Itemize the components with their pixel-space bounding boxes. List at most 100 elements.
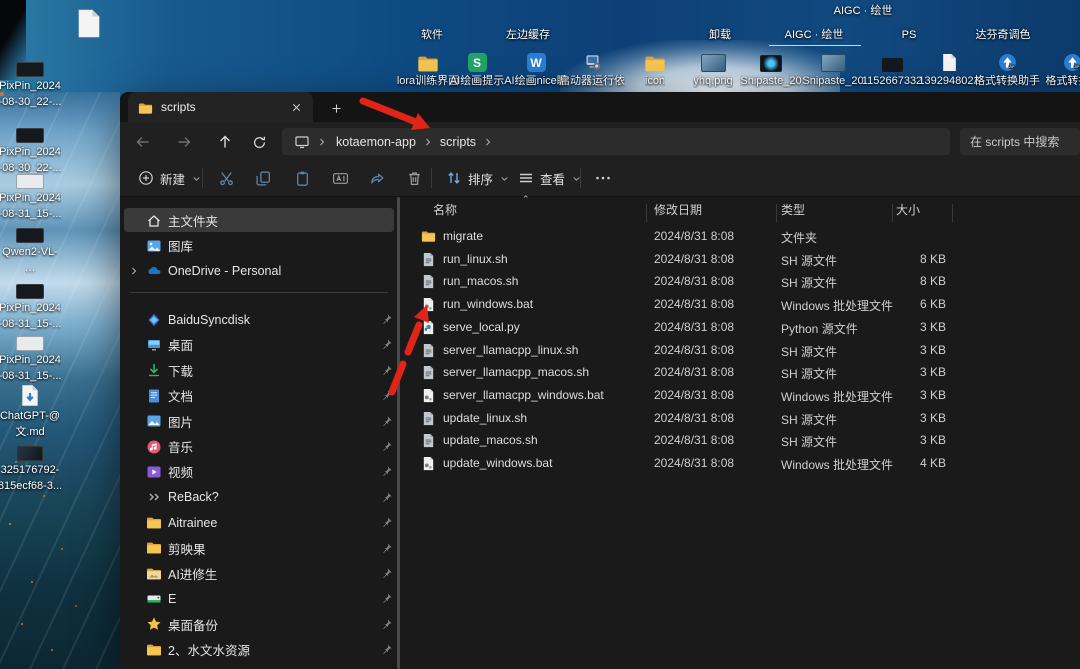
file-row-update_linux.sh[interactable]: update_linux.sh2024/8/31 8:08SH 源文件3 KB bbox=[400, 408, 960, 430]
pin-icon[interactable] bbox=[380, 389, 393, 402]
sidebar-item-桌面备份[interactable]: 桌面备份 bbox=[120, 612, 400, 637]
sidebar-item-图库[interactable]: 图库 bbox=[120, 233, 400, 258]
back-button[interactable] bbox=[130, 129, 156, 155]
pin-icon[interactable] bbox=[380, 491, 393, 504]
column-header-date[interactable]: 修改日期 bbox=[654, 201, 702, 218]
file-row-update_macos.sh[interactable]: update_macos.sh2024/8/31 8:08SH 源文件3 KB bbox=[400, 430, 960, 452]
sort-icon bbox=[446, 170, 462, 186]
desktop-icon-325176792-[interactable]: 325176792-815ecf68-3... bbox=[0, 446, 64, 493]
sidebar-item-剪映果[interactable]: 剪映果 bbox=[120, 536, 400, 561]
up-button[interactable] bbox=[212, 129, 238, 155]
sidebar-item-ReBack?[interactable]: ReBack? bbox=[120, 485, 400, 510]
file-date: 2024/8/31 8:08 bbox=[654, 297, 734, 311]
new-button[interactable]: 新建 bbox=[132, 165, 208, 191]
chevron-down-icon bbox=[191, 173, 202, 184]
new-tab-button[interactable] bbox=[325, 97, 347, 119]
sidebar-item-下载[interactable]: 下载 bbox=[120, 358, 400, 383]
file-row-run_windows.bat[interactable]: run_windows.bat2024/8/31 8:08Windows 批处理… bbox=[400, 294, 960, 316]
pin-icon[interactable] bbox=[380, 364, 393, 377]
desktop-icon-PixPin_2024[interactable]: PixPin_2024-08-31_15-... bbox=[0, 284, 64, 331]
view-button[interactable]: 查看 bbox=[512, 165, 588, 191]
sidebar-item-桌面[interactable]: 桌面 bbox=[120, 332, 400, 357]
breadcrumb-item-scripts[interactable]: scripts bbox=[434, 133, 482, 151]
sidebar-item-音乐[interactable]: 音乐 bbox=[120, 434, 400, 459]
pin-icon[interactable] bbox=[380, 465, 393, 478]
address-bar[interactable]: kotaemon-app scripts bbox=[282, 128, 950, 155]
share-button[interactable] bbox=[363, 165, 392, 191]
delete-button[interactable] bbox=[400, 165, 429, 191]
videos-icon bbox=[146, 464, 162, 480]
this-pc-icon[interactable] bbox=[294, 134, 310, 150]
sidebar-item-Aitrainee[interactable]: Aitrainee bbox=[120, 510, 400, 535]
sort-button[interactable]: 排序 bbox=[440, 165, 516, 191]
breadcrumb-item-kotaemon-app[interactable]: kotaemon-app bbox=[330, 133, 422, 151]
desktop-icon-file[interactable] bbox=[55, 8, 123, 39]
bat-file-icon bbox=[421, 456, 436, 471]
file-row-migrate[interactable]: migrate2024/8/31 8:08文件夹 bbox=[400, 226, 960, 248]
copy-button[interactable] bbox=[249, 165, 278, 191]
desktop-icon-PixPin_2024[interactable]: PixPin_2024-08-31_15-... bbox=[0, 336, 64, 383]
desktop-icon-格式转换...[interactable]: ZIP格式转换... bbox=[1030, 50, 1080, 88]
file-date: 2024/8/31 8:08 bbox=[654, 274, 734, 288]
forward-icon bbox=[176, 134, 192, 150]
chevron-right-icon[interactable] bbox=[482, 136, 494, 148]
sidebar-item-主文件夹[interactable]: 主文件夹 bbox=[120, 208, 400, 233]
sidebar-selection-highlight bbox=[124, 208, 394, 232]
cut-button[interactable] bbox=[212, 165, 241, 191]
desktop-icon-label[interactable]: 达芬奇调色 bbox=[943, 29, 1063, 42]
pin-icon[interactable] bbox=[380, 338, 393, 351]
chevron-right-icon[interactable] bbox=[422, 136, 434, 148]
pin-icon[interactable] bbox=[380, 415, 393, 428]
music-icon bbox=[146, 439, 162, 455]
pin-icon[interactable] bbox=[380, 313, 393, 326]
more-icon bbox=[594, 170, 612, 186]
desktop-icon-label[interactable]: AIGC · 绘世 bbox=[818, 5, 908, 18]
pin-icon[interactable] bbox=[380, 592, 393, 605]
desktop-icon-Qwen2-VL-[interactable]: Qwen2-VL-… bbox=[0, 228, 64, 275]
file-type: SH 源文件 bbox=[781, 411, 837, 428]
file-row-update_windows.bat[interactable]: update_windows.bat2024/8/31 8:08Windows … bbox=[400, 453, 960, 475]
tab-scripts[interactable]: scripts bbox=[128, 92, 313, 122]
pin-icon[interactable] bbox=[380, 516, 393, 529]
sidebar-item-图片[interactable]: 图片 bbox=[120, 409, 400, 434]
file-row-server_llamacpp_macos.sh[interactable]: server_llamacpp_macos.sh2024/8/31 8:08SH… bbox=[400, 362, 960, 384]
sidebar-item-AI进修生[interactable]: AI进修生 bbox=[120, 561, 400, 586]
pin-icon[interactable] bbox=[380, 618, 393, 631]
sidebar-item-OneDrive - Personal[interactable]: OneDrive - Personal bbox=[120, 259, 400, 284]
desktop-icon-PixPin_2024[interactable]: PixPin_2024-08-31_15-... bbox=[0, 174, 64, 221]
pin-icon[interactable] bbox=[380, 440, 393, 453]
pin-icon[interactable] bbox=[380, 567, 393, 580]
file-row-run_linux.sh[interactable]: run_linux.sh2024/8/31 8:08SH 源文件8 KB bbox=[400, 249, 960, 271]
expander-chevron-icon[interactable] bbox=[128, 265, 140, 277]
file-row-server_llamacpp_linux.sh[interactable]: server_llamacpp_linux.sh2024/8/31 8:08SH… bbox=[400, 340, 960, 362]
drive-icon bbox=[146, 591, 162, 607]
desktop-icon-label[interactable]: 左边缓存 bbox=[468, 29, 588, 42]
paste-button[interactable] bbox=[288, 165, 317, 191]
column-header-type[interactable]: 类型 bbox=[781, 201, 805, 218]
file-row-server_llamacpp_windows.bat[interactable]: server_llamacpp_windows.bat2024/8/31 8:0… bbox=[400, 385, 960, 407]
sidebar-item-E[interactable]: E bbox=[120, 586, 400, 611]
refresh-button[interactable] bbox=[246, 129, 272, 155]
file-name: migrate bbox=[443, 229, 483, 243]
column-header-name[interactable]: 名称 bbox=[433, 201, 457, 218]
more-options-button[interactable] bbox=[588, 165, 618, 191]
file-date: 2024/8/31 8:08 bbox=[654, 456, 734, 470]
rename-button[interactable] bbox=[326, 165, 355, 191]
desktop-icon-PixPin_2024[interactable]: PixPin_2024-08-30_22-... bbox=[0, 62, 64, 109]
pin-icon[interactable] bbox=[380, 643, 393, 656]
desktop-icon-ChatGPT-@[interactable]: ChatGPT-@文.md bbox=[0, 384, 64, 439]
file-row-run_macos.sh[interactable]: run_macos.sh2024/8/31 8:08SH 源文件8 KB bbox=[400, 271, 960, 293]
svg-text:ZIP: ZIP bbox=[1009, 65, 1015, 69]
search-input[interactable]: 在 scripts 中搜索 bbox=[960, 128, 1080, 155]
file-row-serve_local.py[interactable]: serve_local.py2024/8/31 8:08Python 源文件3 … bbox=[400, 317, 960, 339]
pin-icon[interactable] bbox=[380, 542, 393, 555]
file-type: SH 源文件 bbox=[781, 365, 837, 382]
column-header-size[interactable]: 大小 bbox=[896, 201, 920, 218]
sidebar-item-视频[interactable]: 视频 bbox=[120, 459, 400, 484]
desktop-icon-PixPin_2024[interactable]: PixPin_2024-08-30_22-... bbox=[0, 128, 64, 175]
sidebar-item-2、水文水资源[interactable]: 2、水文水资源 bbox=[120, 637, 400, 662]
sidebar-item-BaiduSyncdisk[interactable]: BaiduSyncdisk bbox=[120, 307, 400, 332]
sidebar-item-文档[interactable]: 文档 bbox=[120, 383, 400, 408]
forward-button[interactable] bbox=[171, 129, 197, 155]
tab-close-icon[interactable] bbox=[290, 101, 303, 114]
